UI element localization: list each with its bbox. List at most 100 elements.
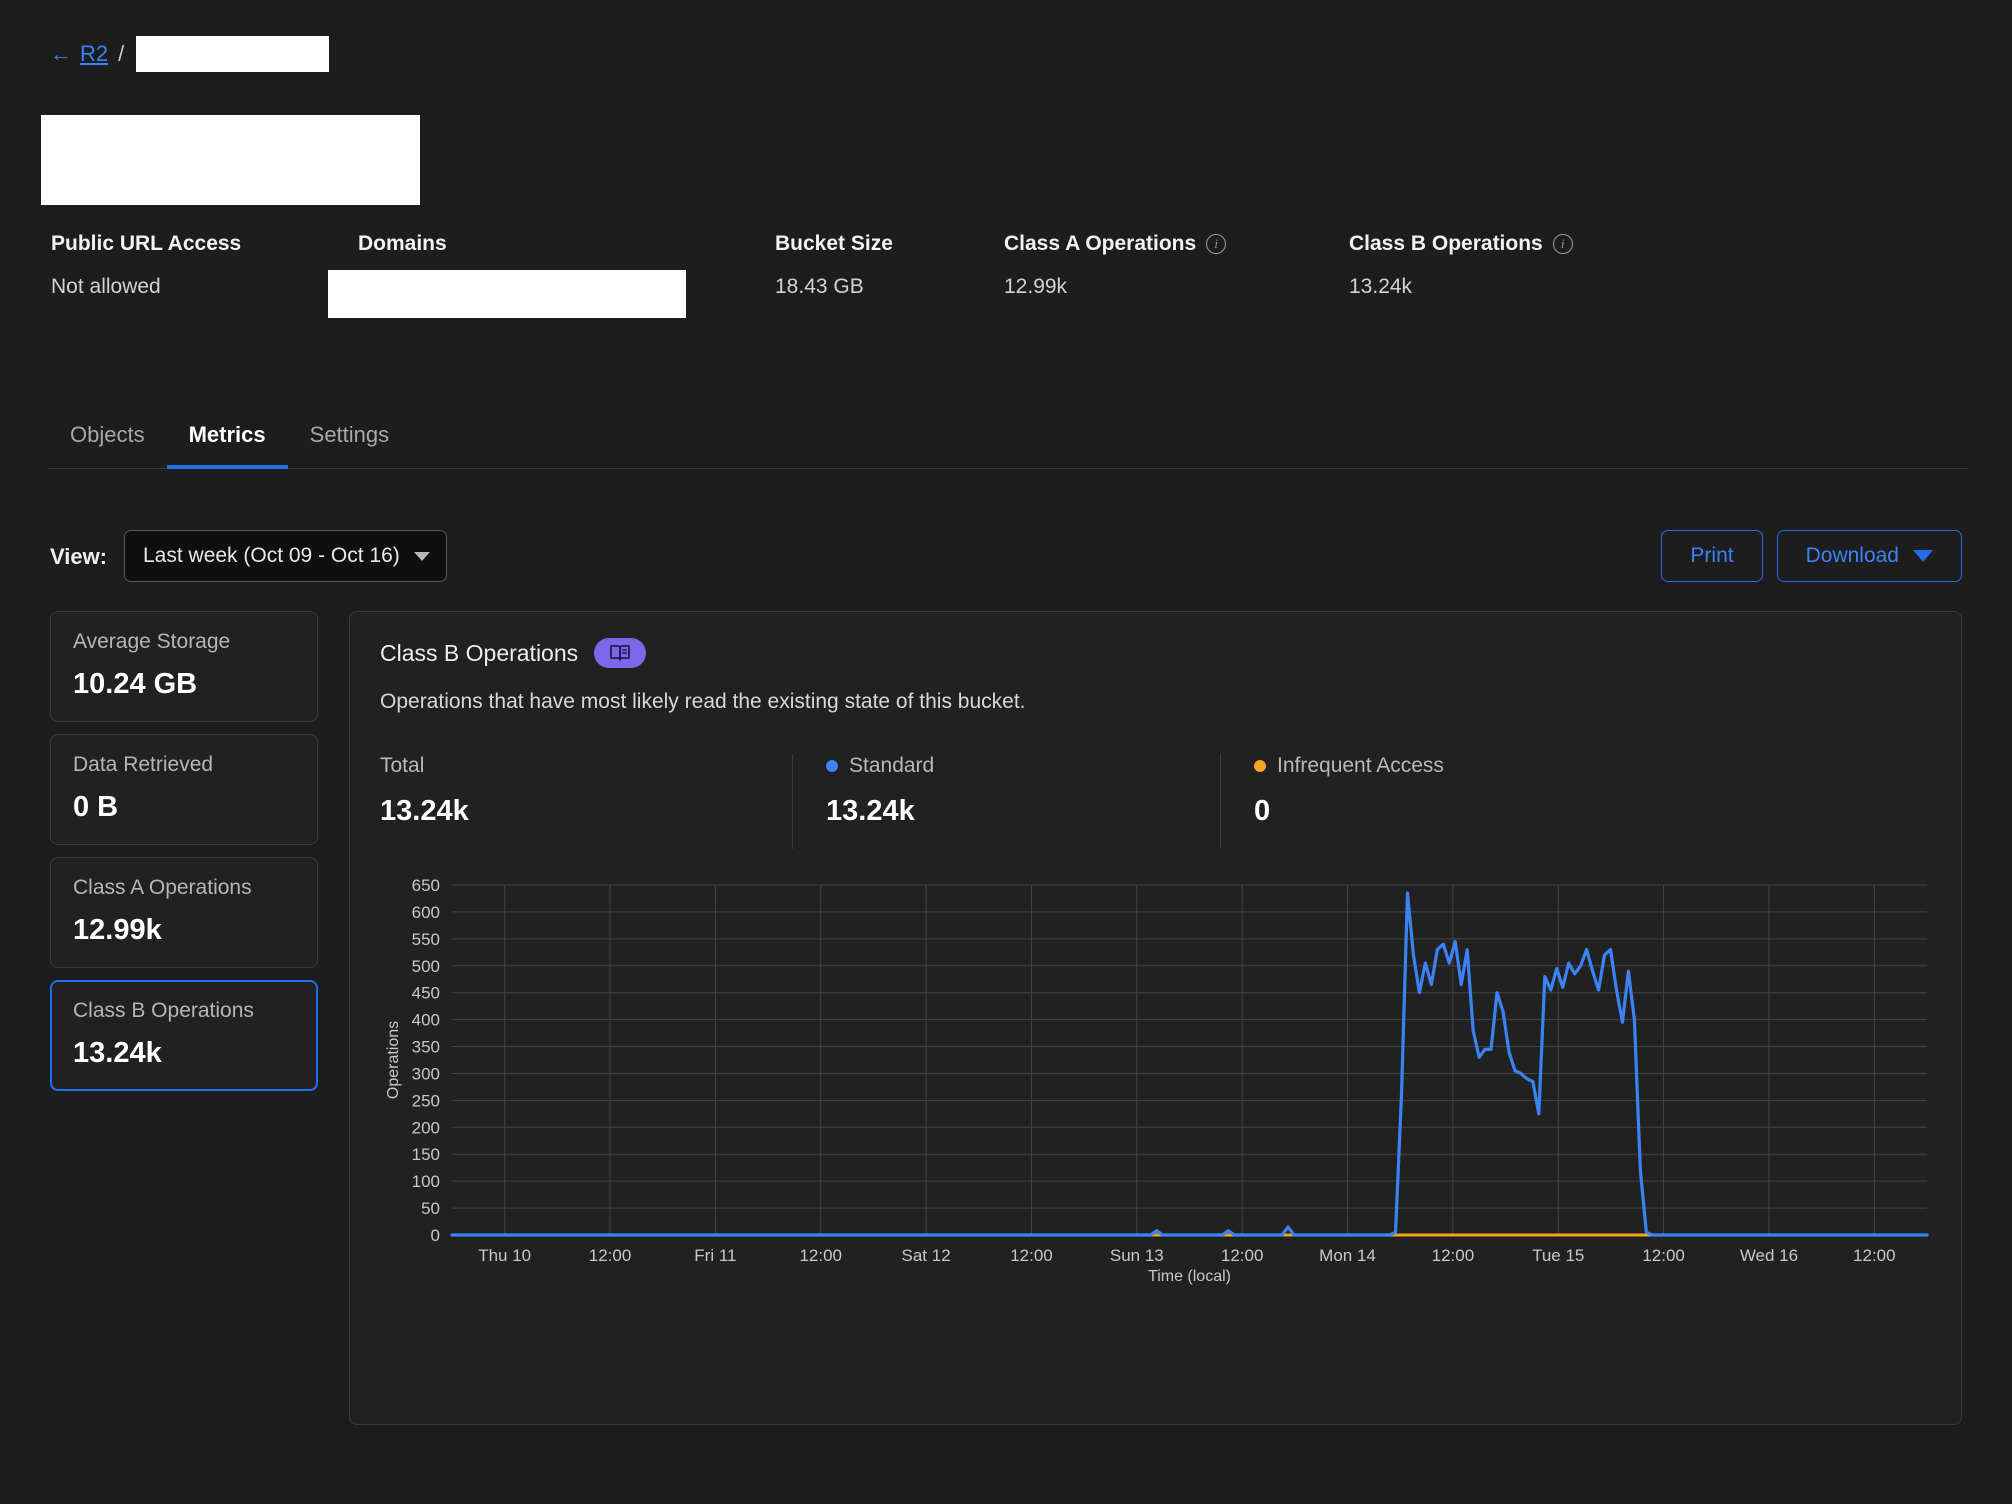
metric-card-value: 0 B [73,791,119,823]
total-value: 13.24k [380,795,469,827]
metric-card-list: Average Storage 10.24 GB Data Retrieved … [50,611,318,1103]
breadcrumb-separator: / [118,41,125,66]
metric-card-value: 13.24k [73,1037,162,1069]
metric-card-label: Average Storage [73,630,231,653]
stat-value: 13.24k [1349,275,1413,298]
chevron-down-icon [1913,550,1933,562]
svg-text:12:00: 12:00 [589,1246,632,1265]
total-all: Total 13.24k [380,754,792,849]
total-label: Infrequent Access [1277,754,1444,777]
legend-dot-infrequent-access [1254,760,1266,772]
svg-text:Mon 14: Mon 14 [1319,1246,1376,1265]
bucket-title-redacted [41,115,420,205]
svg-text:300: 300 [412,1064,440,1083]
svg-text:150: 150 [412,1145,440,1164]
svg-text:600: 600 [412,903,440,922]
view-range-value: Last week (Oct 09 - Oct 16) [143,544,400,567]
stat-class-a-operations: Class A Operations i 12.99k [1004,232,1227,299]
stat-label: Bucket Size [775,232,893,255]
svg-text:50: 50 [421,1199,440,1218]
metrics-toolbar: View: Last week (Oct 09 - Oct 16) Print … [50,530,1962,586]
metric-card-value: 12.99k [73,914,162,946]
panel-description: Operations that have most likely read th… [380,690,1026,713]
metric-card-data-retrieved[interactable]: Data Retrieved 0 B [50,734,318,845]
book-icon[interactable] [594,638,647,668]
metric-card-label: Class B Operations [73,999,254,1022]
svg-text:Operations: Operations [385,1021,402,1099]
svg-text:12:00: 12:00 [1010,1246,1053,1265]
stat-public-url-access: Public URL Access Not allowed [51,232,241,299]
stat-value: 12.99k [1004,275,1068,298]
metric-card-class-b-operations[interactable]: Class B Operations 13.24k [50,980,318,1091]
r2-bucket-metrics-page: ← R2 / Public URL Access Not allowed Dom… [0,0,2012,1504]
stat-label: Public URL Access [51,232,242,255]
metric-card-label: Class A Operations [73,876,252,899]
stat-bucket-size: Bucket Size 18.43 GB [775,232,893,299]
info-icon[interactable]: i [1206,234,1227,254]
total-value: 0 [1254,795,1271,827]
bucket-tabs: Objects Metrics Settings [48,407,1968,469]
svg-text:250: 250 [412,1091,440,1110]
toolbar-actions: Print Download [1661,530,1962,582]
svg-text:12:00: 12:00 [799,1246,842,1265]
total-value: 13.24k [826,795,915,827]
total-standard: Standard 13.24k [792,754,1220,849]
metric-card-average-storage[interactable]: Average Storage 10.24 GB [50,611,318,722]
tab-objects[interactable]: Objects [48,422,167,469]
metric-card-value: 10.24 GB [73,668,198,700]
legend-dot-standard [826,760,838,772]
svg-text:500: 500 [412,957,440,976]
total-label: Total [380,754,425,777]
svg-text:Thu 10: Thu 10 [478,1246,531,1265]
svg-text:Tue 15: Tue 15 [1532,1246,1584,1265]
breadcrumb: ← R2 / [50,36,330,72]
stat-value: 18.43 GB [775,275,864,298]
svg-text:12:00: 12:00 [1853,1246,1896,1265]
svg-text:450: 450 [412,984,440,1003]
svg-text:550: 550 [412,930,440,949]
stat-domains: Domains [358,232,447,256]
stat-value: Not allowed [51,275,161,298]
totals-row: Total 13.24k Standard 13.24k Infrequent … [380,754,1931,849]
tab-metrics[interactable]: Metrics [166,422,288,469]
metric-card-class-a-operations[interactable]: Class A Operations 12.99k [50,857,318,968]
print-button[interactable]: Print [1661,530,1763,582]
svg-text:200: 200 [412,1118,440,1137]
view-range-select[interactable]: Last week (Oct 09 - Oct 16) [124,530,447,582]
svg-text:Wed 16: Wed 16 [1740,1246,1798,1265]
svg-text:Sat 12: Sat 12 [902,1246,951,1265]
info-icon[interactable]: i [1552,234,1573,254]
svg-text:12:00: 12:00 [1642,1246,1685,1265]
panel-header: Class B Operations [380,638,1931,668]
stat-class-b-operations: Class B Operations i 13.24k [1349,232,1573,299]
total-label: Standard [849,754,935,777]
stat-label: Class B Operations [1349,232,1543,255]
svg-text:0: 0 [431,1226,440,1245]
breadcrumb-link-r2[interactable]: R2 [80,41,108,67]
svg-text:400: 400 [412,1011,440,1030]
download-button-label: Download [1805,544,1899,567]
total-infrequent-access: Infrequent Access 0 [1220,754,1931,849]
arrow-left-icon[interactable]: ← [50,43,72,65]
operations-line-chart: 0 50 100 150 200 250 300 350 400 450 500 550 600 650 T… [380,877,1933,1287]
svg-text:Sun 13: Sun 13 [1110,1246,1164,1265]
metric-card-label: Data Retrieved [73,753,214,776]
panel-title: Class B Operations [380,639,579,666]
stat-label: Domains [358,232,447,255]
stat-label: Class A Operations [1004,232,1197,255]
view-label: View: [50,544,108,569]
tab-settings[interactable]: Settings [288,422,412,469]
svg-text:12:00: 12:00 [1221,1246,1264,1265]
svg-text:12:00: 12:00 [1432,1246,1475,1265]
chart-svg: 0 50 100 150 200 250 300 350 400 450 500 550 600 650 T… [385,877,1929,1285]
chevron-down-icon [413,551,430,561]
domains-value-redacted [328,270,686,318]
bucket-name-redacted [136,36,330,72]
svg-text:Time (local): Time (local) [1148,1268,1231,1285]
download-button[interactable]: Download [1776,530,1962,582]
print-button-label: Print [1690,544,1734,567]
metrics-chart-panel: Class B Operations Operations that have … [349,611,1962,1425]
svg-text:650: 650 [412,877,440,895]
bucket-summary-stats: Public URL Access Not allowed Domains Bu… [0,232,2012,322]
svg-text:100: 100 [412,1172,440,1191]
